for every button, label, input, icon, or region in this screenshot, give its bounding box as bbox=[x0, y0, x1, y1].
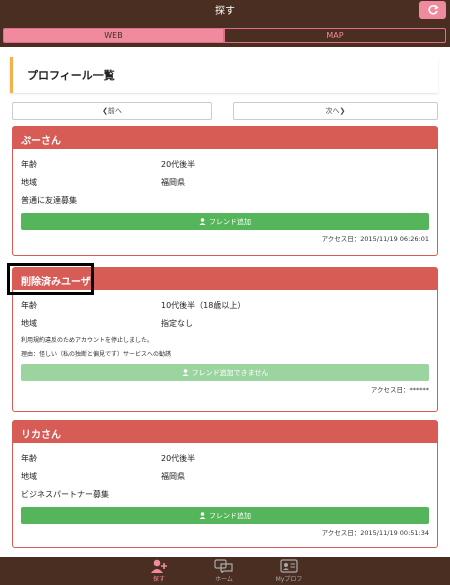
age-row: 年齢 20代後半 bbox=[21, 449, 429, 467]
tab-home[interactable]: ホーム bbox=[194, 559, 254, 583]
region-value: 福岡県 bbox=[161, 177, 185, 187]
age-value: 10代後半（18歳以上） bbox=[161, 300, 246, 310]
region-row: 地域 指定なし bbox=[21, 314, 429, 332]
age-value: 20代後半 bbox=[161, 159, 196, 169]
bottom-tab-bar: 探す ホーム Myプロフ bbox=[0, 557, 450, 585]
region-label: 地域 bbox=[21, 471, 37, 481]
refresh-icon bbox=[427, 4, 439, 15]
region-value: 指定なし bbox=[161, 318, 193, 328]
suspension-reason: 理由：怪しい（私の独断と偏見です）サービスへの勧誘 bbox=[21, 350, 172, 358]
add-user-icon bbox=[151, 559, 167, 573]
add-friend-button[interactable]: フレンド追加 bbox=[21, 507, 429, 524]
region-row: 地域 福岡県 bbox=[21, 467, 429, 485]
access-date: アクセス日：2015/11/19 00:51:34 bbox=[321, 529, 429, 537]
main-content: プロフィール一覧 ❮前へ 次へ❯ ぷーさん 年齢 20代後半 地域 福岡県 普通… bbox=[0, 47, 450, 557]
segment-map[interactable]: MAP bbox=[224, 28, 446, 43]
segment-web[interactable]: WEB bbox=[3, 28, 224, 43]
screen-title: 探す bbox=[215, 6, 235, 17]
profile-card-icon bbox=[280, 559, 298, 573]
add-friend-label: フレンド追加 bbox=[209, 511, 251, 520]
age-row: 年齢 20代後半 bbox=[21, 155, 429, 173]
profile-card: ぷーさん 年齢 20代後半 地域 福岡県 普通に友達募集 フレンド追加 アクセス… bbox=[12, 126, 438, 256]
user-icon bbox=[182, 369, 189, 376]
access-date: アクセス日：2015/11/19 06:26:01 bbox=[321, 235, 429, 243]
suspension-note: 利用規約違反のためアカウントを停止しました。 bbox=[21, 336, 154, 344]
profile-name[interactable]: リカさん bbox=[13, 421, 437, 443]
section-title: プロフィール一覧 bbox=[27, 69, 115, 82]
region-label: 地域 bbox=[21, 318, 37, 328]
region-row: 地域 福岡県 bbox=[21, 173, 429, 191]
next-button[interactable]: 次へ❯ bbox=[233, 102, 438, 120]
add-friend-label: フレンド追加できません bbox=[191, 368, 269, 377]
add-friend-button[interactable]: フレンド追加 bbox=[21, 213, 429, 230]
tab-label: 探す bbox=[152, 576, 165, 583]
segment-control: WEB MAP bbox=[0, 24, 450, 46]
access-date: アクセス日：****** bbox=[370, 386, 429, 394]
tab-label: ホーム bbox=[215, 576, 233, 583]
tab-search[interactable]: 探す bbox=[129, 559, 189, 583]
age-label: 年齢 bbox=[21, 159, 37, 169]
region-value: 福岡県 bbox=[161, 471, 185, 481]
profile-note: ビジネスパートナー募集 bbox=[21, 489, 109, 499]
highlight-annotation bbox=[7, 263, 94, 295]
section-header: プロフィール一覧 bbox=[10, 57, 438, 93]
tab-label: Myプロフ bbox=[275, 576, 303, 583]
profile-card: リカさん 年齢 20代後半 地域 福岡県 ビジネスパートナー募集 フレンド追加 … bbox=[12, 420, 438, 548]
age-label: 年齢 bbox=[21, 453, 37, 463]
add-friend-label: フレンド追加 bbox=[209, 217, 251, 226]
profile-name[interactable]: ぷーさん bbox=[13, 127, 437, 149]
age-value: 20代後半 bbox=[161, 453, 196, 463]
chat-icon bbox=[214, 559, 233, 573]
age-row: 年齢 10代後半（18歳以上） bbox=[21, 296, 429, 314]
prev-button[interactable]: ❮前へ bbox=[12, 102, 212, 120]
refresh-button[interactable] bbox=[419, 1, 446, 19]
user-icon bbox=[199, 512, 206, 519]
age-label: 年齢 bbox=[21, 300, 37, 310]
user-icon bbox=[199, 218, 206, 225]
profile-note: 普通に友達募集 bbox=[21, 195, 77, 205]
add-friend-disabled-button: フレンド追加できません bbox=[21, 364, 429, 381]
tab-my-profile[interactable]: Myプロフ bbox=[259, 559, 319, 583]
top-bar: 探す bbox=[0, 0, 450, 20]
region-label: 地域 bbox=[21, 177, 37, 187]
